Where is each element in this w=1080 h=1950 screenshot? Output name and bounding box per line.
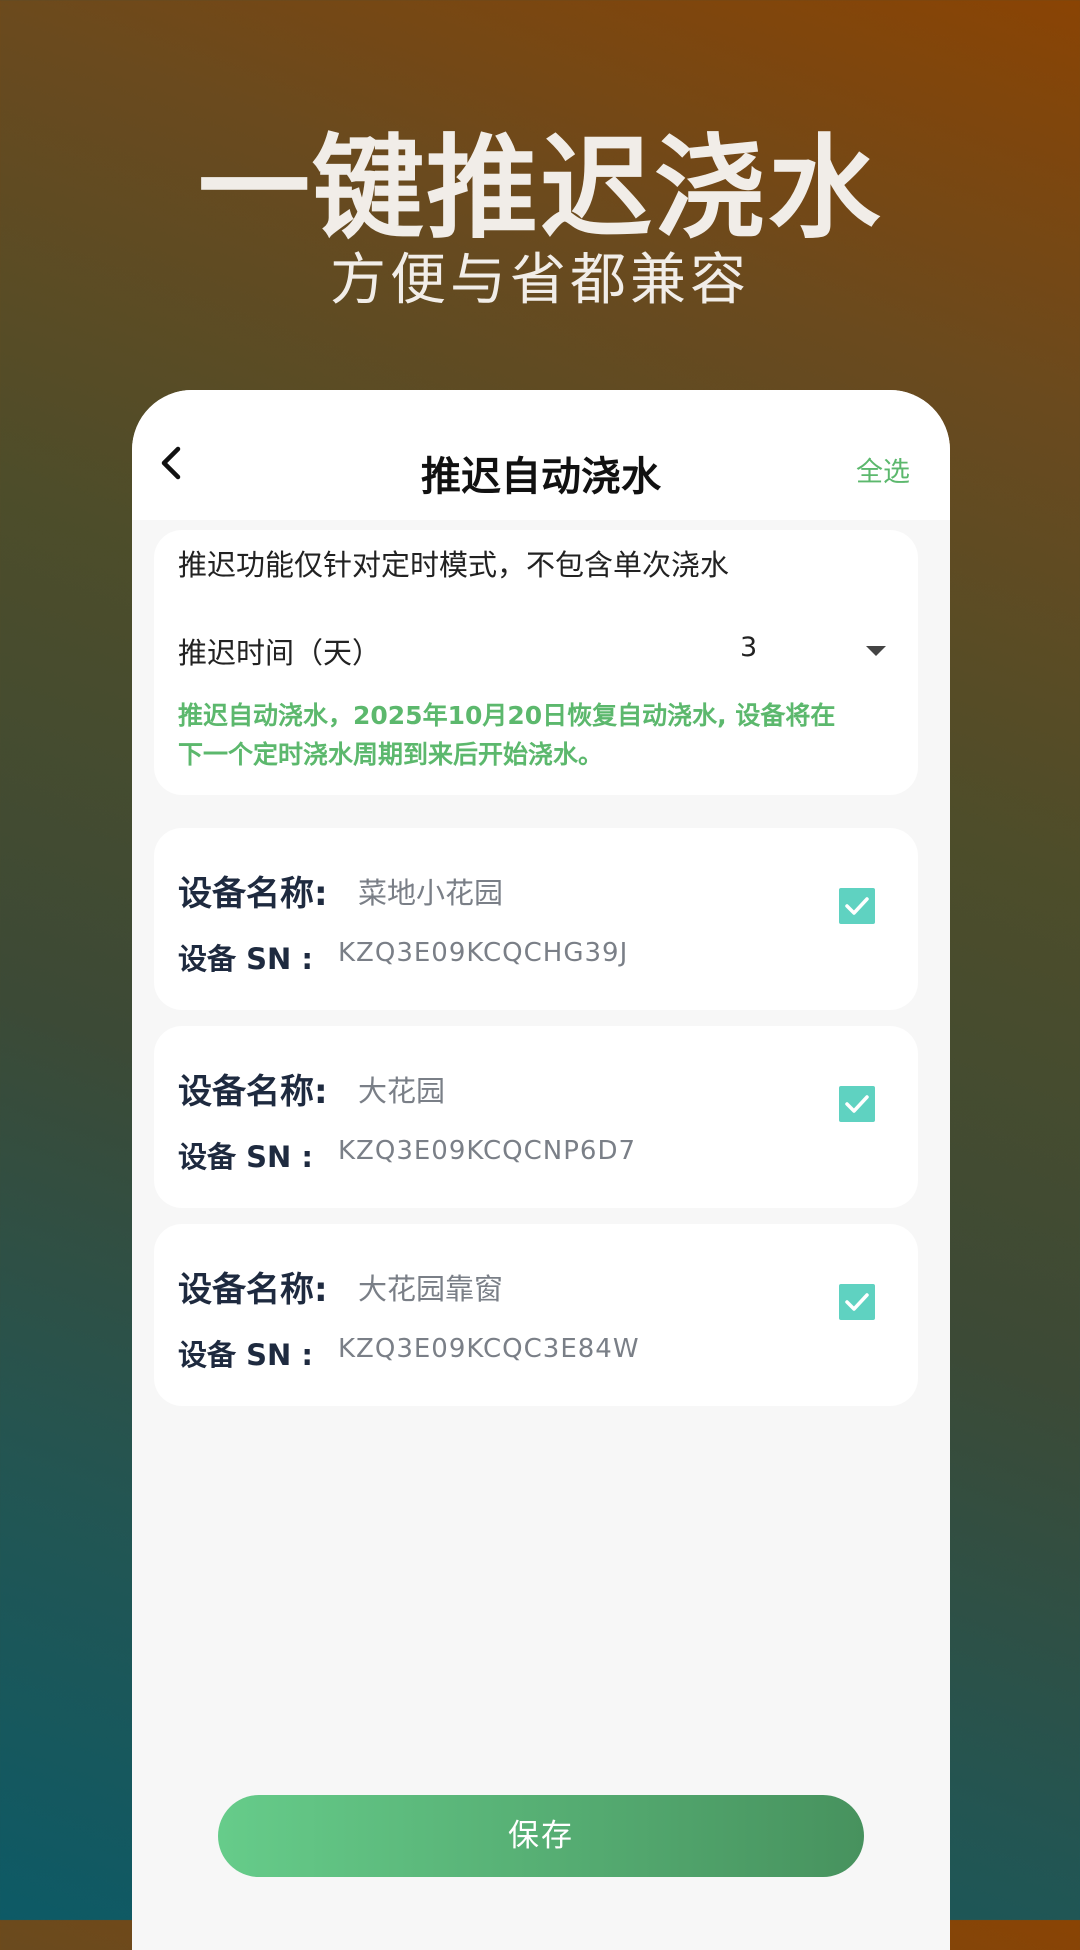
device-card: 设备名称: 大花园 设备 SN : KZQ3E09KCQCNP6D7	[154, 1026, 918, 1208]
check-icon	[845, 1095, 869, 1113]
nav-bar: 推迟自动浇水 全选	[132, 390, 950, 520]
device-sn: KZQ3E09KCQC3E84W	[338, 1334, 640, 1364]
device-sn-label: 设备 SN :	[178, 942, 313, 976]
caret-down-icon[interactable]	[866, 646, 886, 656]
device-checkbox[interactable]	[839, 1284, 875, 1320]
phone-screen: 推迟自动浇水 全选 推迟功能仅针对定时模式，不包含单次浇水 推迟时间（天） 3 …	[132, 390, 950, 1950]
device-checkbox[interactable]	[839, 888, 875, 924]
notice-line-1: 推迟自动浇水，2025年10月20日恢复自动浇水, 设备将在	[178, 701, 836, 730]
check-icon	[845, 1293, 869, 1311]
device-sn: KZQ3E09KCQCHG39J	[338, 938, 629, 968]
device-checkbox[interactable]	[839, 1086, 875, 1122]
device-card: 设备名称: 菜地小花园 设备 SN : KZQ3E09KCQCHG39J	[154, 828, 918, 1010]
delay-settings-card: 推迟功能仅针对定时模式，不包含单次浇水 推迟时间（天） 3 推迟自动浇水，202…	[154, 530, 918, 795]
device-card: 设备名称: 大花园靠窗 设备 SN : KZQ3E09KCQC3E84W	[154, 1224, 918, 1406]
device-name-label: 设备名称:	[178, 1270, 328, 1310]
device-name: 大花园	[358, 1074, 446, 1108]
device-sn: KZQ3E09KCQCNP6D7	[338, 1136, 637, 1166]
check-icon	[845, 897, 869, 915]
delay-description: 推迟功能仅针对定时模式，不包含单次浇水	[178, 548, 730, 582]
device-name: 菜地小花园	[358, 876, 504, 910]
delay-time-label: 推迟时间（天）	[178, 636, 382, 670]
delay-notice: 推迟自动浇水，2025年10月20日恢复自动浇水, 设备将在 下一个定时浇水周期…	[178, 696, 898, 774]
device-name-label: 设备名称:	[178, 1072, 328, 1112]
save-button[interactable]: 保存	[218, 1795, 864, 1877]
select-all-button[interactable]: 全选	[856, 450, 910, 489]
device-name-label: 设备名称:	[178, 874, 328, 914]
device-name: 大花园靠窗	[358, 1272, 504, 1306]
page-title: 推迟自动浇水	[421, 454, 661, 500]
device-sn-label: 设备 SN :	[178, 1140, 313, 1174]
notice-line-2: 下一个定时浇水周期到来后开始浇水。	[178, 740, 604, 769]
hero-subtitle: 方便与省都兼容	[330, 248, 750, 313]
device-sn-label: 设备 SN :	[178, 1338, 313, 1372]
delay-time-select[interactable]: 3	[740, 632, 757, 663]
